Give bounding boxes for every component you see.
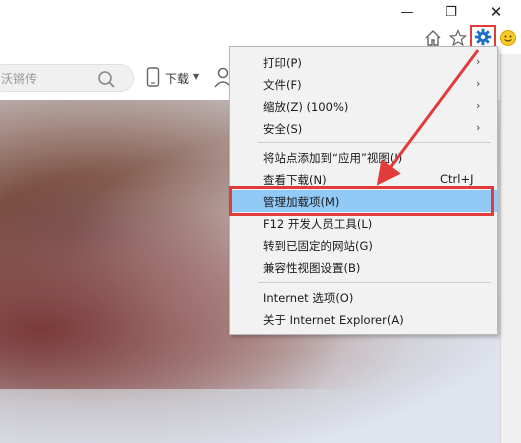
restore-button[interactable]: ❐ (436, 0, 466, 24)
chevron-right-icon: › (476, 99, 481, 112)
chevron-right-icon: › (476, 121, 481, 134)
menu-item-file[interactable]: 文件(F) › (230, 73, 497, 95)
menu-item-safety[interactable]: 安全(S) › (230, 117, 497, 139)
site-search-input[interactable]: 沃锵传 (0, 64, 134, 92)
menu-separator (258, 282, 491, 283)
chevron-right-icon: › (476, 55, 481, 68)
title-bar: — ❐ ✕ (0, 0, 521, 24)
menu-item-zoom[interactable]: 缩放(Z) (100%) › (230, 95, 497, 117)
download-link[interactable]: 下载 (165, 70, 189, 87)
menu-item-compat-view[interactable]: 兼容性视图设置(B) (230, 256, 497, 278)
phone-icon (146, 67, 160, 87)
menu-item-about-ie[interactable]: 关于 Internet Explorer(A) (230, 308, 497, 330)
menu-separator (258, 142, 491, 143)
chevron-down-icon[interactable]: ▼ (193, 72, 199, 81)
menu-item-internet-options[interactable]: Internet 选项(O) (230, 286, 497, 308)
search-placeholder: 沃锵传 (1, 72, 38, 86)
search-icon[interactable] (95, 68, 117, 90)
close-button[interactable]: ✕ (481, 0, 511, 24)
annotation-highlight-box (229, 186, 494, 216)
menu-item-pinned-sites[interactable]: 转到已固定的网站(G) (230, 234, 497, 256)
minimize-button[interactable]: — (392, 0, 422, 24)
menu-item-print[interactable]: 打印(P) › (230, 51, 497, 73)
chevron-right-icon: › (476, 77, 481, 90)
shortcut-label: Ctrl+J (440, 172, 474, 186)
feedback-smiley-icon[interactable] (497, 27, 519, 49)
scrollbar[interactable] (500, 54, 521, 443)
menu-item-add-site-to-apps[interactable]: 将站点添加到“应用”视图(I) (230, 146, 497, 168)
